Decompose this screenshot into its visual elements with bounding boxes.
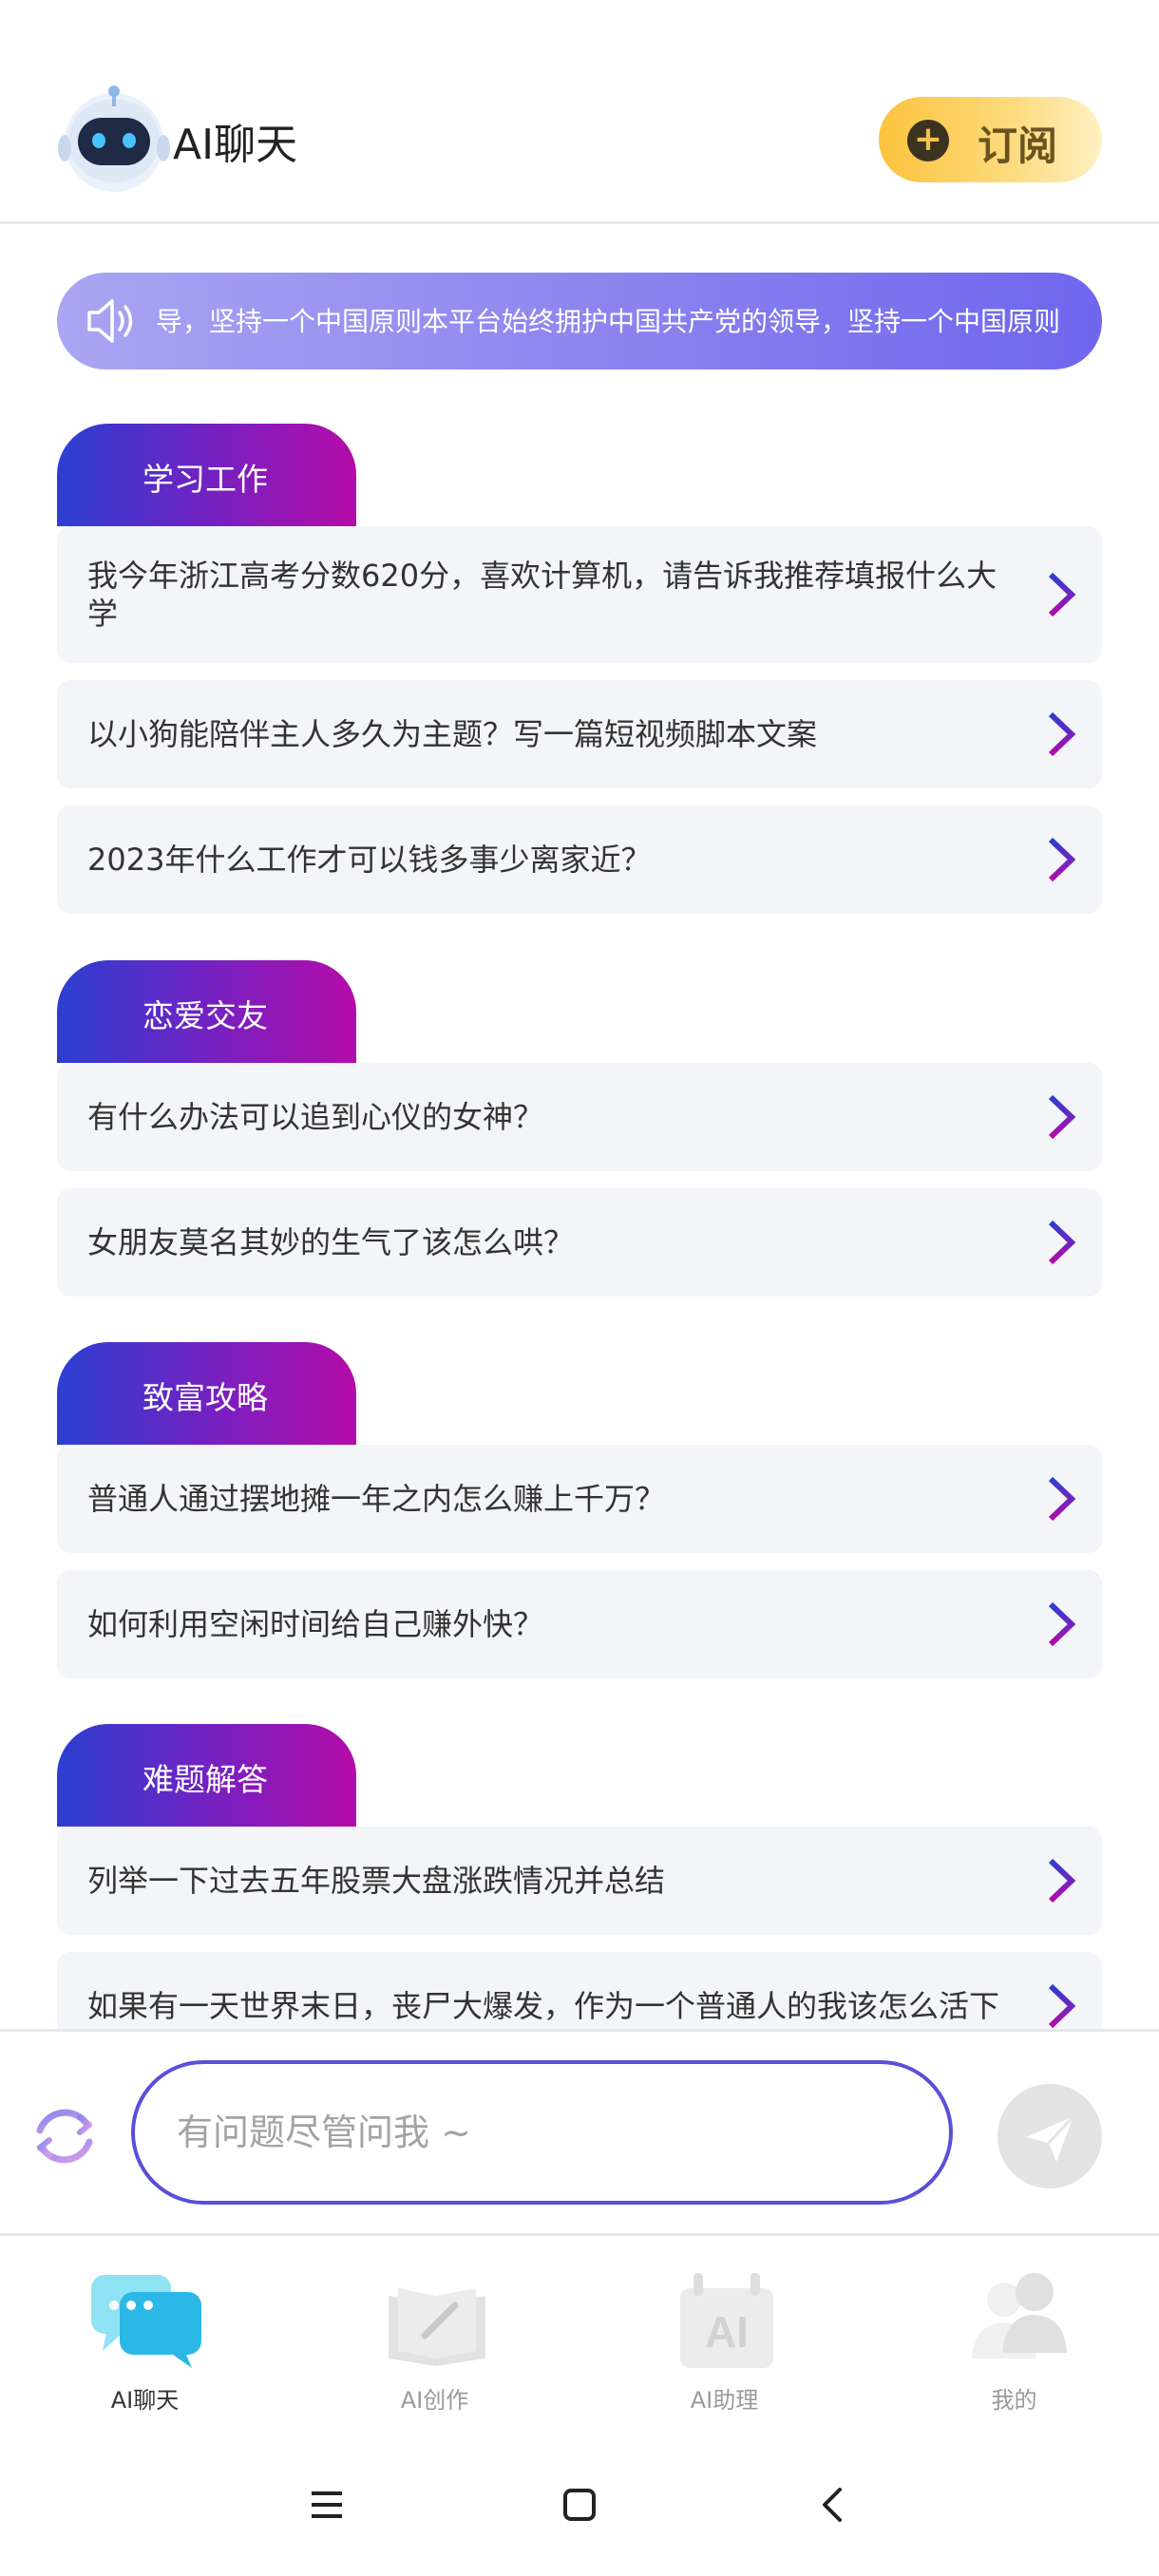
- category-title: 学习工作: [142, 461, 268, 498]
- bottom-nav: AI聊天 AI创作 AI AI助理 我的: [0, 2239, 1159, 2429]
- chevron-right-icon: [1048, 1476, 1076, 1522]
- category-title: 致富攻略: [142, 1379, 268, 1416]
- question-text: 如果有一天世界末日，丧尸大爆发，作为一个普通人的我该怎么活下: [87, 1988, 1000, 2024]
- nav-item-ai-assistant[interactable]: AI AI助理: [580, 2239, 869, 2429]
- app-title: AI聊天: [173, 121, 298, 169]
- nav-label: AI助理: [690, 2387, 759, 2414]
- question-card[interactable]: 普通人通过摆地摊一年之内怎么赚上千万？: [57, 1445, 1102, 1553]
- question-text: 我今年浙江高考分数620分，喜欢计算机，请告诉我推荐填报什么大学: [87, 558, 998, 632]
- book-pen-icon: [389, 2288, 485, 2366]
- question-card[interactable]: 我今年浙江高考分数620分，喜欢计算机，请告诉我推荐填报什么大学: [57, 526, 1102, 663]
- question-text: 女朋友莫名其妙的生气了该怎么哄？: [87, 1224, 575, 1260]
- subscribe-button[interactable]: + 订阅: [879, 97, 1102, 182]
- chevron-right-icon: [1048, 711, 1076, 757]
- question-text: 以小狗能陪伴主人多久为主题？写一篇短视频脚本文案: [87, 716, 818, 752]
- nav-label: AI聊天: [110, 2387, 180, 2414]
- message-input-box[interactable]: [131, 2060, 953, 2205]
- question-text: 有什么办法可以追到心仪的女神？: [87, 1099, 544, 1135]
- question-text: 2023年什么工作才可以钱多事少离家近？: [87, 842, 652, 878]
- home-icon[interactable]: [551, 2476, 608, 2533]
- notice-text: 导，坚持一个中国原则本平台始终拥护中国共产党的领导，坚持一个中国原则: [156, 306, 1061, 337]
- refresh-icon[interactable]: [27, 2098, 103, 2174]
- send-icon: [1026, 2114, 1075, 2162]
- question-text: 普通人通过摆地摊一年之内怎么赚上千万？: [87, 1481, 666, 1517]
- question-text: 列举一下过去五年股票大盘涨跌情况并总结: [87, 1863, 666, 1899]
- chevron-right-icon: [1048, 837, 1076, 882]
- robot-avatar-icon: [58, 85, 170, 192]
- question-card[interactable]: 如果有一天世界末日，丧尸大爆发，作为一个普通人的我该怎么活下: [57, 1952, 1102, 2029]
- question-card[interactable]: 如何利用空闲时间给自己赚外快？: [57, 1570, 1102, 1678]
- speaker-icon: [87, 299, 133, 343]
- plus-icon: +: [907, 120, 949, 161]
- chevron-right-icon: [1048, 1983, 1076, 2029]
- send-button[interactable]: [998, 2084, 1102, 2188]
- users-icon: [972, 2273, 1067, 2358]
- chevron-right-icon: [1048, 572, 1076, 617]
- system-navigation-bar: [0, 2429, 1159, 2576]
- svg-text:AI: AI: [705, 2307, 749, 2357]
- chevron-right-icon: [1048, 1094, 1076, 1140]
- nav-item-ai-chat[interactable]: AI聊天: [0, 2239, 290, 2429]
- question-card[interactable]: 有什么办法可以追到心仪的女神？: [57, 1063, 1102, 1171]
- chevron-right-icon: [1048, 1858, 1076, 1904]
- category-tab-dating: 恋爱交友: [57, 960, 356, 1063]
- subscribe-label: 订阅: [978, 123, 1058, 169]
- message-input[interactable]: [177, 2106, 899, 2159]
- question-card[interactable]: 列举一下过去五年股票大盘涨跌情况并总结: [57, 1827, 1102, 1935]
- question-text: 如何利用空闲时间给自己赚外快？: [87, 1606, 544, 1642]
- category-tab-wealth: 致富攻略: [57, 1342, 356, 1445]
- category-tab-problems: 难题解答: [57, 1724, 356, 1827]
- chevron-right-icon: [1048, 1220, 1076, 1265]
- back-icon[interactable]: [804, 2476, 861, 2533]
- input-bar: [0, 2029, 1159, 2236]
- nav-item-mine[interactable]: 我的: [869, 2239, 1159, 2429]
- category-tab-study-work: 学习工作: [57, 424, 356, 526]
- chevron-right-icon: [1048, 1601, 1076, 1647]
- question-card[interactable]: 女朋友莫名其妙的生气了该怎么哄？: [57, 1188, 1102, 1297]
- question-list[interactable]: 导，坚持一个中国原则本平台始终拥护中国共产党的领导，坚持一个中国原则 学习工作 …: [0, 224, 1159, 2029]
- app-header: AI聊天 + 订阅: [0, 0, 1159, 224]
- question-card[interactable]: 以小狗能陪伴主人多久为主题？写一篇短视频脚本文案: [57, 680, 1102, 788]
- question-card[interactable]: 2023年什么工作才可以钱多事少离家近？: [57, 805, 1102, 914]
- ai-assistant-icon: AI: [680, 2273, 773, 2368]
- category-title: 难题解答: [142, 1761, 268, 1798]
- nav-label: AI创作: [400, 2387, 469, 2414]
- nav-label: 我的: [991, 2387, 1037, 2414]
- notice-banner: 导，坚持一个中国原则本平台始终拥护中国共产党的领导，坚持一个中国原则: [57, 273, 1102, 369]
- category-title: 恋爱交友: [142, 997, 268, 1034]
- menu-icon[interactable]: [298, 2476, 355, 2533]
- nav-item-ai-create[interactable]: AI创作: [290, 2239, 580, 2429]
- chat-bubbles-icon: [91, 2275, 201, 2368]
